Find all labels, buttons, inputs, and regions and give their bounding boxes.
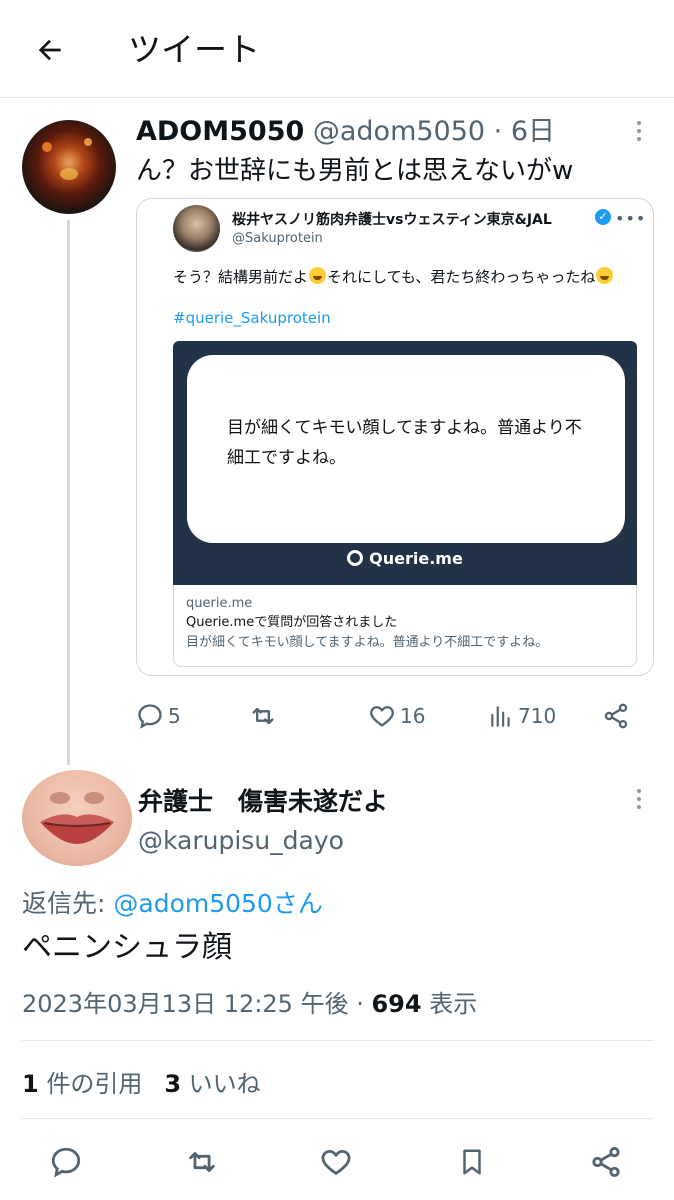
link-domain: querie.me [186,596,253,611]
link-description: 目が細くてキモい顔してますよね。普通より不細工ですよね。 [186,635,549,650]
lips-image [40,792,114,844]
back-button[interactable] [30,30,70,70]
top-app-bar: ツイート [0,0,674,98]
tweet1-views-button[interactable]: 710 [488,696,556,736]
analytics-icon [491,706,510,727]
like-count[interactable]: 3 [164,1070,181,1098]
tweet2-views-label: 表示 [421,990,478,1018]
tweet2-timestamp[interactable]: 2023年03月13日 12:25 午後 · [22,990,371,1018]
tweet1-reply-button[interactable]: 5 [136,696,181,736]
reply-icon [51,1147,81,1178]
tweet2-display-name[interactable]: 弁護士 傷害未遂だよ [138,782,388,818]
tweet2-action-bar [0,1140,674,1184]
tweet2-retweet-button[interactable] [182,1142,222,1182]
tweet1-header: ADOM5050 @adom5050 · 6日 [136,115,555,149]
tweet1-reply-count: 5 [168,704,181,728]
tweet2-handle[interactable]: @karupisu_dayo [138,826,344,855]
tweet2-text: ペニンシュラ顔 [22,930,232,965]
quoted-avatar [173,205,220,252]
quote-label[interactable]: 件の引用 [39,1070,142,1098]
divider [22,1040,654,1041]
tweet1-more-button[interactable] [624,116,654,146]
avatar-adom5050[interactable] [22,120,116,214]
verified-badge-icon: ✓ [595,209,611,225]
grin-emoji-icon [596,267,614,284]
tweet2-views-count: 694 [371,990,422,1018]
share-icon [592,1146,620,1178]
tweet2-engagement-stats: 1 件の引用 3 いいね [22,1064,261,1099]
quoted-media-image: 目が細くてキモい顔してますよね。普通より不細工ですよね。 Querie.me [173,341,637,585]
thread-connector-line [67,220,70,765]
tweet2-reply-button[interactable] [46,1142,86,1182]
tweet2-meta: 2023年03月13日 12:25 午後 · 694 表示 [22,984,477,1019]
more-icon [637,789,641,793]
media-question-bubble: 目が細くてキモい顔してますよね。普通より不細工ですよね。 [187,355,625,543]
quoted-more-icon: ••• [615,209,647,228]
link-title: Querie.meで質問が回答されました [186,615,398,630]
retweet-icon [252,707,274,725]
tweet1-share-button[interactable] [602,696,630,736]
reply-to-prefix: 返信先: [22,889,114,918]
quoted-display-name: 桜井ヤスノリ筋肉弁護士vsウェスティン東京&JAL [232,212,552,228]
avatar-karupisu[interactable] [22,770,132,866]
tweet1-text: ん？お世辞にも男前とは思えないがw [136,156,574,186]
media-brand: Querie.me [173,549,637,568]
tweet2-more-button[interactable] [624,784,654,814]
divider [22,1118,654,1119]
share-icon [604,703,628,729]
quoted-handle: @Sakuprotein [232,231,323,246]
quote-count[interactable]: 1 [22,1070,39,1098]
quoted-text-part2: それにしても、君たち終わっちゃったね [327,268,596,286]
quoted-text-part1: そう？結構男前だよ [173,268,309,286]
quoted-hashtag: #querie_Sakuprotein [173,309,331,327]
media-brand-label: Querie.me [369,549,463,568]
retweet-icon [189,1152,215,1172]
tweet1-views-count: 710 [518,704,557,728]
tweet1-display-name[interactable]: ADOM5050 [136,116,304,147]
tweet2-bookmark-button[interactable] [452,1142,492,1182]
reply-to-line: 返信先: @adom5050さん [22,884,323,920]
heart-icon [321,1149,351,1175]
tweet2-share-button[interactable] [586,1142,626,1182]
wink-emoji-icon [309,267,327,284]
tweet1-handle-time[interactable]: @adom5050 · 6日 [304,116,555,147]
tweet1-retweet-button[interactable] [248,696,278,736]
quoted-tweet-card[interactable]: 桜井ヤスノリ筋肉弁護士vsウェスティン東京&JAL ✓ ••• @Sakupro… [136,198,654,676]
tweet1-like-count: 16 [400,704,426,728]
querie-logo-icon [347,550,364,566]
like-label[interactable]: いいね [181,1070,261,1098]
arrow-left-icon [38,39,61,61]
page-title: ツイート [128,30,260,69]
media-question-text: 目が細くてキモい顔してますよね。普通より不細工ですよね。 [227,418,582,468]
quoted-text: そう？結構男前だよ それにしても、君たち終わっちゃったね [173,267,643,288]
quoted-link-preview: querie.me Querie.meで質問が回答されました 目が細くてキモい顔… [173,585,637,667]
more-icon [637,121,641,125]
heart-icon [370,706,394,727]
reply-icon [138,704,162,729]
tweet1-action-bar: 5 16 710 [136,696,636,736]
tweet2-like-button[interactable] [316,1142,356,1182]
bookmark-icon [463,1149,481,1175]
tweet1-like-button[interactable]: 16 [368,696,425,736]
reply-to-link[interactable]: @adom5050さん [113,889,322,918]
